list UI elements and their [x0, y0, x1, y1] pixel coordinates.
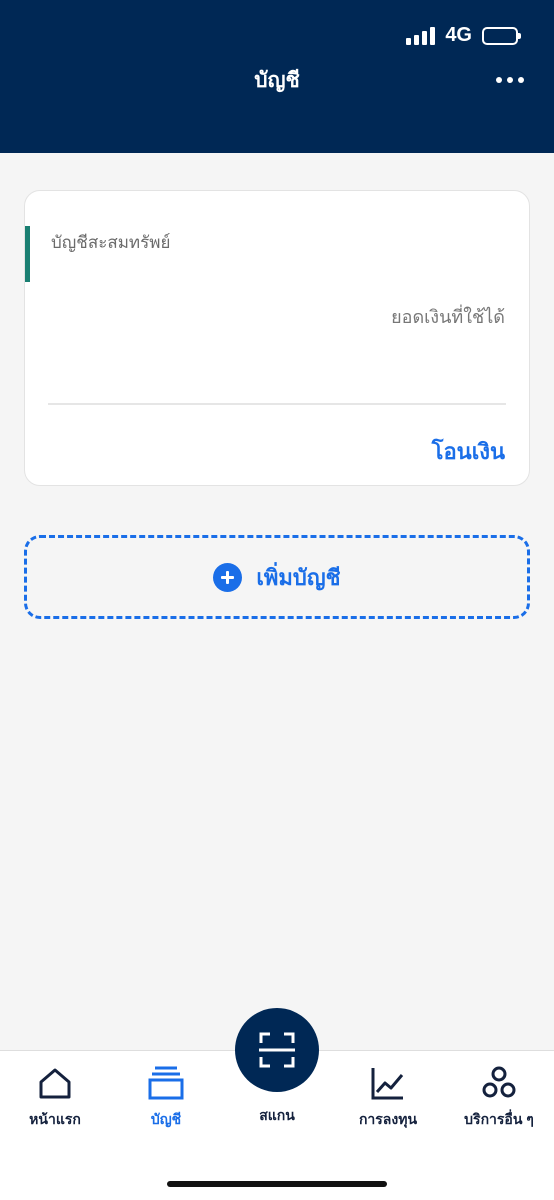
available-balance-label: ยอดเงินที่ใช้ได้ — [391, 307, 505, 327]
plus-circle-icon — [213, 562, 243, 592]
add-account-label: เพิ่มบัญชี — [256, 564, 341, 590]
account-card[interactable]: บัญชีสะสมทรัพย์ ยอดเงินที่ใช้ได้ โอนเงิน — [24, 190, 530, 486]
home-indicator — [167, 1181, 387, 1187]
account-name: บัญชีสะสมทรัพย์ — [51, 233, 171, 252]
scan-icon — [259, 1032, 295, 1068]
investment-chart-icon — [368, 1063, 408, 1103]
signal-icon — [406, 26, 436, 45]
transfer-button[interactable]: โอนเงิน — [432, 434, 505, 469]
account-accent-bar — [25, 226, 30, 282]
other-services-icon — [479, 1063, 519, 1103]
battery-icon — [482, 26, 521, 45]
app-header: 4G บัญชี — [0, 0, 554, 153]
more-options-button[interactable] — [494, 68, 526, 92]
scan-button[interactable] — [235, 1008, 319, 1092]
more-horizontal-icon — [496, 77, 502, 83]
nav-item-other-services[interactable]: บริการอื่น ๆ — [444, 1063, 554, 1131]
card-divider — [48, 403, 506, 405]
status-bar: 4G — [406, 24, 521, 47]
nav-label-accounts: บัญชี — [150, 1111, 182, 1127]
accounts-icon — [146, 1063, 186, 1103]
page-title: บัญชี — [254, 69, 300, 92]
home-icon — [35, 1063, 75, 1103]
nav-label-investment: การลงทุน — [358, 1111, 418, 1127]
nav-label-other-services: บริการอื่น ๆ — [464, 1111, 534, 1127]
nav-label-scan: สแกน — [259, 1107, 295, 1123]
network-type: 4G — [445, 24, 472, 46]
nav-label-home: หน้าแรก — [29, 1111, 81, 1127]
add-account-button[interactable]: เพิ่มบัญชี — [24, 535, 530, 619]
nav-item-home[interactable]: หน้าแรก — [0, 1063, 110, 1131]
nav-item-investment[interactable]: การลงทุน — [333, 1063, 443, 1131]
nav-item-accounts[interactable]: บัญชี — [111, 1063, 221, 1131]
